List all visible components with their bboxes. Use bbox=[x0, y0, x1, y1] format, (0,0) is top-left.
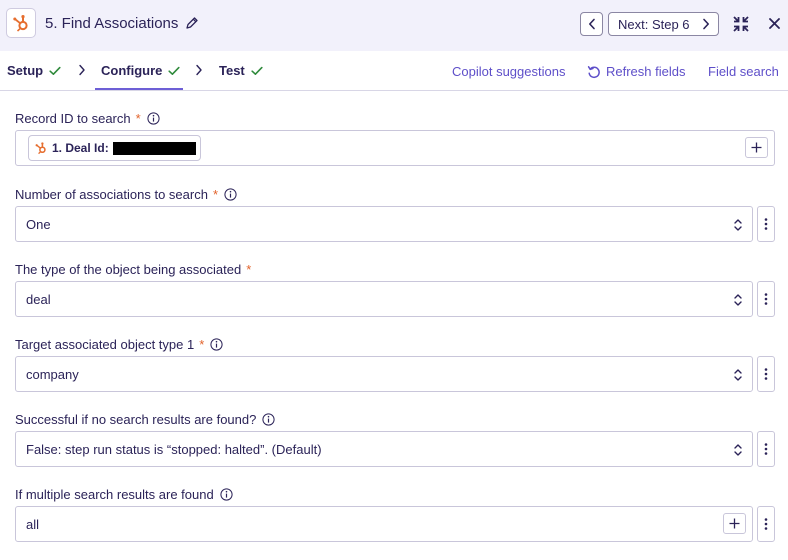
previous-step-button[interactable] bbox=[580, 12, 603, 36]
redacted-value bbox=[112, 141, 196, 155]
info-icon[interactable] bbox=[262, 413, 275, 426]
select-updown-icon bbox=[734, 369, 742, 381]
more-options-button[interactable] bbox=[757, 506, 775, 542]
step-header: 5. Find Associations Next: Step 6 bbox=[0, 0, 788, 51]
no-results-label: Successful if no search results are foun… bbox=[15, 412, 275, 427]
plus-icon bbox=[729, 518, 740, 529]
select-updown-icon bbox=[734, 444, 742, 456]
object-type-select[interactable]: deal bbox=[15, 281, 753, 317]
more-options-button[interactable] bbox=[757, 281, 775, 317]
collapse-icon[interactable] bbox=[733, 16, 749, 32]
num-assoc-select[interactable]: One bbox=[15, 206, 753, 242]
close-icon[interactable] bbox=[769, 18, 780, 29]
object-type-value: deal bbox=[26, 292, 51, 307]
num-assoc-value: One bbox=[26, 217, 51, 232]
kebab-icon bbox=[764, 218, 768, 230]
chevron-right-icon bbox=[79, 64, 85, 76]
record-id-label: Record ID to search * bbox=[15, 111, 160, 126]
multiple-results-label: If multiple search results are found bbox=[15, 487, 233, 502]
multiple-results-input[interactable]: all bbox=[15, 506, 753, 542]
info-icon[interactable] bbox=[147, 112, 160, 125]
select-updown-icon bbox=[734, 219, 742, 231]
refresh-fields-button[interactable]: Refresh fields bbox=[587, 64, 685, 79]
target-type-label: Target associated object type 1 * bbox=[15, 337, 223, 352]
tab-setup[interactable]: Setup bbox=[7, 63, 61, 78]
required-marker: * bbox=[135, 111, 141, 126]
deal-id-token-label: 1. Deal Id: bbox=[52, 141, 109, 155]
more-options-button[interactable] bbox=[757, 431, 775, 467]
multiple-results-label-text: If multiple search results are found bbox=[15, 487, 214, 502]
num-assoc-label-text: Number of associations to search bbox=[15, 187, 208, 202]
more-options-button[interactable] bbox=[757, 206, 775, 242]
next-step-label: Next: Step 6 bbox=[618, 16, 690, 32]
record-id-input[interactable]: 1. Deal Id: bbox=[15, 130, 775, 166]
object-type-label-text: The type of the object being associated bbox=[15, 262, 242, 277]
target-type-label-text: Target associated object type 1 bbox=[15, 337, 195, 352]
next-step-button[interactable]: Next: Step 6 bbox=[608, 12, 719, 36]
required-marker: * bbox=[246, 262, 252, 277]
target-type-value: company bbox=[26, 367, 79, 382]
tab-test[interactable]: Test bbox=[219, 63, 263, 78]
tab-test-label: Test bbox=[219, 63, 245, 78]
chevron-right-icon bbox=[196, 64, 202, 76]
active-tab-indicator bbox=[95, 88, 183, 90]
multiple-results-value: all bbox=[26, 517, 40, 532]
no-results-value: False: step run status is “stopped: halt… bbox=[26, 442, 322, 457]
chevron-right-icon bbox=[703, 18, 709, 30]
target-type-select[interactable]: company bbox=[15, 356, 753, 392]
check-icon bbox=[168, 66, 180, 75]
refresh-icon bbox=[587, 65, 600, 78]
kebab-icon bbox=[764, 368, 768, 380]
tab-setup-label: Setup bbox=[7, 63, 44, 78]
step-tabs: Setup Configure Test Copilot suggestions… bbox=[0, 51, 788, 91]
num-assoc-label: Number of associations to search * bbox=[15, 187, 237, 202]
required-marker: * bbox=[212, 187, 218, 202]
more-options-button[interactable] bbox=[757, 356, 775, 392]
no-results-label-text: Successful if no search results are foun… bbox=[15, 412, 257, 427]
step-title: 5. Find Associations bbox=[45, 15, 179, 32]
info-icon[interactable] bbox=[210, 338, 223, 351]
insert-data-button[interactable] bbox=[745, 137, 768, 158]
kebab-icon bbox=[764, 293, 768, 305]
hubspot-logo-icon bbox=[6, 8, 36, 38]
required-marker: * bbox=[199, 337, 205, 352]
tab-configure-label: Configure bbox=[101, 63, 163, 78]
select-updown-icon bbox=[734, 294, 742, 306]
check-icon bbox=[251, 66, 263, 75]
refresh-fields-label: Refresh fields bbox=[606, 64, 686, 79]
object-type-label: The type of the object being associated … bbox=[15, 262, 251, 277]
plus-icon bbox=[751, 142, 762, 153]
kebab-icon bbox=[764, 443, 768, 455]
chevron-left-icon bbox=[588, 18, 595, 30]
deal-id-token[interactable]: 1. Deal Id: bbox=[28, 135, 201, 161]
insert-data-button[interactable] bbox=[723, 513, 746, 534]
hubspot-logo-icon bbox=[35, 142, 46, 155]
info-icon[interactable] bbox=[224, 188, 237, 201]
check-icon bbox=[49, 66, 61, 75]
record-id-label-text: Record ID to search bbox=[15, 111, 131, 126]
kebab-icon bbox=[764, 518, 768, 530]
field-search-link[interactable]: Field search bbox=[708, 64, 779, 79]
no-results-select[interactable]: False: step run status is “stopped: halt… bbox=[15, 431, 753, 467]
edit-pencil-icon[interactable] bbox=[185, 16, 199, 30]
copilot-suggestions-link[interactable]: Copilot suggestions bbox=[452, 64, 565, 79]
tab-configure[interactable]: Configure bbox=[101, 63, 180, 78]
info-icon[interactable] bbox=[220, 488, 233, 501]
